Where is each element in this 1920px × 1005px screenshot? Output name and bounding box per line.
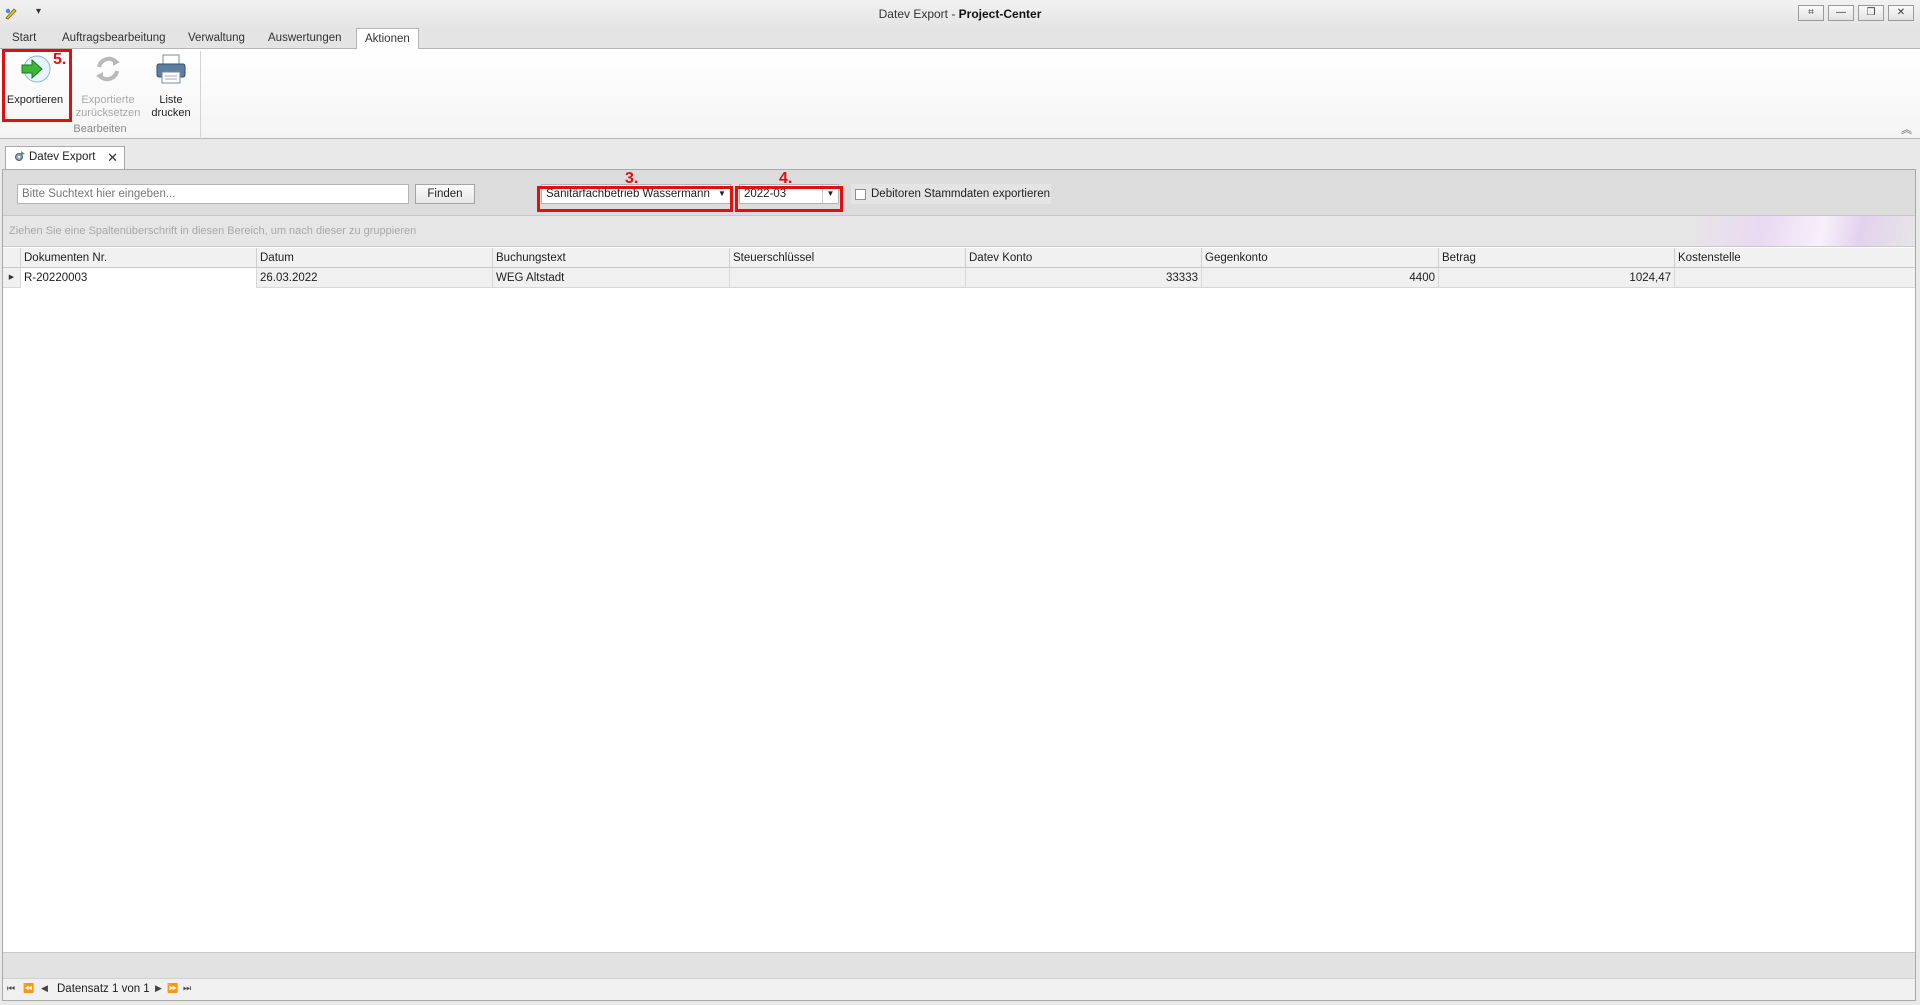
cell-steuerschluessel[interactable] xyxy=(729,268,965,288)
doc-tab-datev-export[interactable]: Datev Export ✕ xyxy=(5,146,125,169)
col-betrag[interactable]: Betrag xyxy=(1438,248,1674,268)
close-tab-icon[interactable]: ✕ xyxy=(107,147,118,168)
col-datev-konto[interactable]: Datev Konto xyxy=(965,248,1201,268)
group-separator xyxy=(200,51,201,137)
cell-gegenkonto[interactable]: 4400 xyxy=(1201,268,1438,288)
next-record-icon[interactable]: ▶ xyxy=(155,983,162,994)
col-kostenstelle[interactable]: Kostenstelle xyxy=(1674,248,1915,268)
filter-bar: Finden Sanitärfachbetrieb Wassermann ▼ 2… xyxy=(3,170,1915,216)
highlight-period xyxy=(735,186,843,212)
prev-page-icon[interactable]: ⏪ xyxy=(23,983,34,994)
col-datum[interactable]: Datum xyxy=(256,248,492,268)
first-record-icon[interactable]: ⏮ xyxy=(7,983,15,994)
doc-tab-label: Datev Export xyxy=(29,151,96,163)
tab-start[interactable]: Start xyxy=(4,28,44,49)
highlight-company xyxy=(537,186,733,212)
checkbox-label: Debitoren Stammdaten exportieren xyxy=(871,188,1050,200)
grid-footer xyxy=(3,952,1915,978)
checkbox-box[interactable] xyxy=(855,189,866,200)
tab-verwaltung[interactable]: Verwaltung xyxy=(180,28,253,49)
content-panel: Finden Sanitärfachbetrieb Wassermann ▼ 2… xyxy=(2,169,1916,1001)
window-title: Datev Export - Project-Center xyxy=(878,7,1042,21)
tab-auswertungen[interactable]: Auswertungen xyxy=(260,28,350,49)
screenshot-button[interactable]: ⌗ xyxy=(1798,5,1824,21)
tab-auftragsbearbeitung[interactable]: Auftragsbearbeitung xyxy=(54,28,174,49)
group-by-hint: Ziehen Sie eine Spaltenüberschrift in di… xyxy=(9,225,417,237)
document-tab-strip: Datev Export ✕ xyxy=(0,139,1920,169)
gear-export-icon xyxy=(15,151,25,161)
step-4-label: 4. xyxy=(779,170,793,187)
collapse-ribbon-icon[interactable]: ︽ xyxy=(1901,121,1912,137)
refresh-icon xyxy=(96,56,120,82)
tab-aktionen[interactable]: Aktionen xyxy=(356,28,419,50)
reset-label-2: zurücksetzen xyxy=(75,107,141,119)
col-steuerschluessel[interactable]: Steuerschlüssel xyxy=(729,248,965,268)
group-label-bearbeiten: Bearbeiten xyxy=(73,123,127,135)
row-indicator-icon: ▶ xyxy=(8,274,15,281)
next-page-icon[interactable]: ⏩ xyxy=(167,983,178,994)
cell-kostenstelle[interactable] xyxy=(1674,268,1915,288)
reset-label-1: Exportierte xyxy=(81,94,135,106)
printer-icon xyxy=(156,54,186,84)
ribbon-tabs: Start Auftragsbearbeitung Verwaltung Aus… xyxy=(0,28,1920,50)
cell-dokumenten-nr[interactable]: R-20220003 xyxy=(20,268,256,288)
cell-betrag[interactable]: 1024,47 xyxy=(1438,268,1674,288)
find-button[interactable]: Finden xyxy=(415,184,475,204)
cell-buchungstext[interactable]: WEG Altstadt xyxy=(492,268,729,288)
step-3-label: 3. xyxy=(625,170,639,187)
table-row[interactable]: ▶ R-20220003 26.03.2022 WEG Altstadt 333… xyxy=(3,268,1915,288)
search-input[interactable] xyxy=(17,184,409,204)
close-window-button[interactable]: ✕ xyxy=(1888,5,1914,21)
restore-button[interactable]: ❐ xyxy=(1858,5,1884,21)
cell-datum[interactable]: 26.03.2022 xyxy=(256,268,492,288)
col-buchungstext[interactable]: Buchungstext xyxy=(492,248,729,268)
reset-exported-button[interactable]: Exportierte zurücksetzen xyxy=(74,52,142,120)
debitor-export-checkbox[interactable]: Debitoren Stammdaten exportieren xyxy=(851,184,1051,204)
grid-header: Dokumenten Nr. Datum Buchungstext Steuer… xyxy=(3,248,1915,268)
cell-datev-konto[interactable]: 33333 xyxy=(965,268,1201,288)
group-by-panel[interactable]: Ziehen Sie eine Spaltenüberschrift in di… xyxy=(3,216,1915,247)
prev-record-icon[interactable]: ◀ xyxy=(41,983,48,994)
record-navigator: ⏮ ⏪ ◀ Datensatz 1 von 1 ▶ ⏩ ⏭ xyxy=(3,978,1915,1000)
col-gegenkonto[interactable]: Gegenkonto xyxy=(1201,248,1438,268)
print-label-1: Liste xyxy=(159,94,183,106)
print-label-2: drucken xyxy=(151,107,191,119)
print-list-button[interactable]: Liste drucken xyxy=(148,52,194,120)
last-record-icon[interactable]: ⏭ xyxy=(183,983,191,994)
minimize-button[interactable]: — xyxy=(1828,5,1854,21)
step-5-label: 5. xyxy=(53,51,67,68)
col-dokumenten-nr[interactable]: Dokumenten Nr. xyxy=(20,248,256,268)
record-count-text: Datensatz 1 von 1 xyxy=(57,983,150,995)
ribbon-panel: Exportieren Exportierte zurücksetzen Lis… xyxy=(0,49,1920,139)
title-bar: ▾ Datev Export - Project-Center ⌗ — ❐ ✕ xyxy=(0,0,1920,28)
